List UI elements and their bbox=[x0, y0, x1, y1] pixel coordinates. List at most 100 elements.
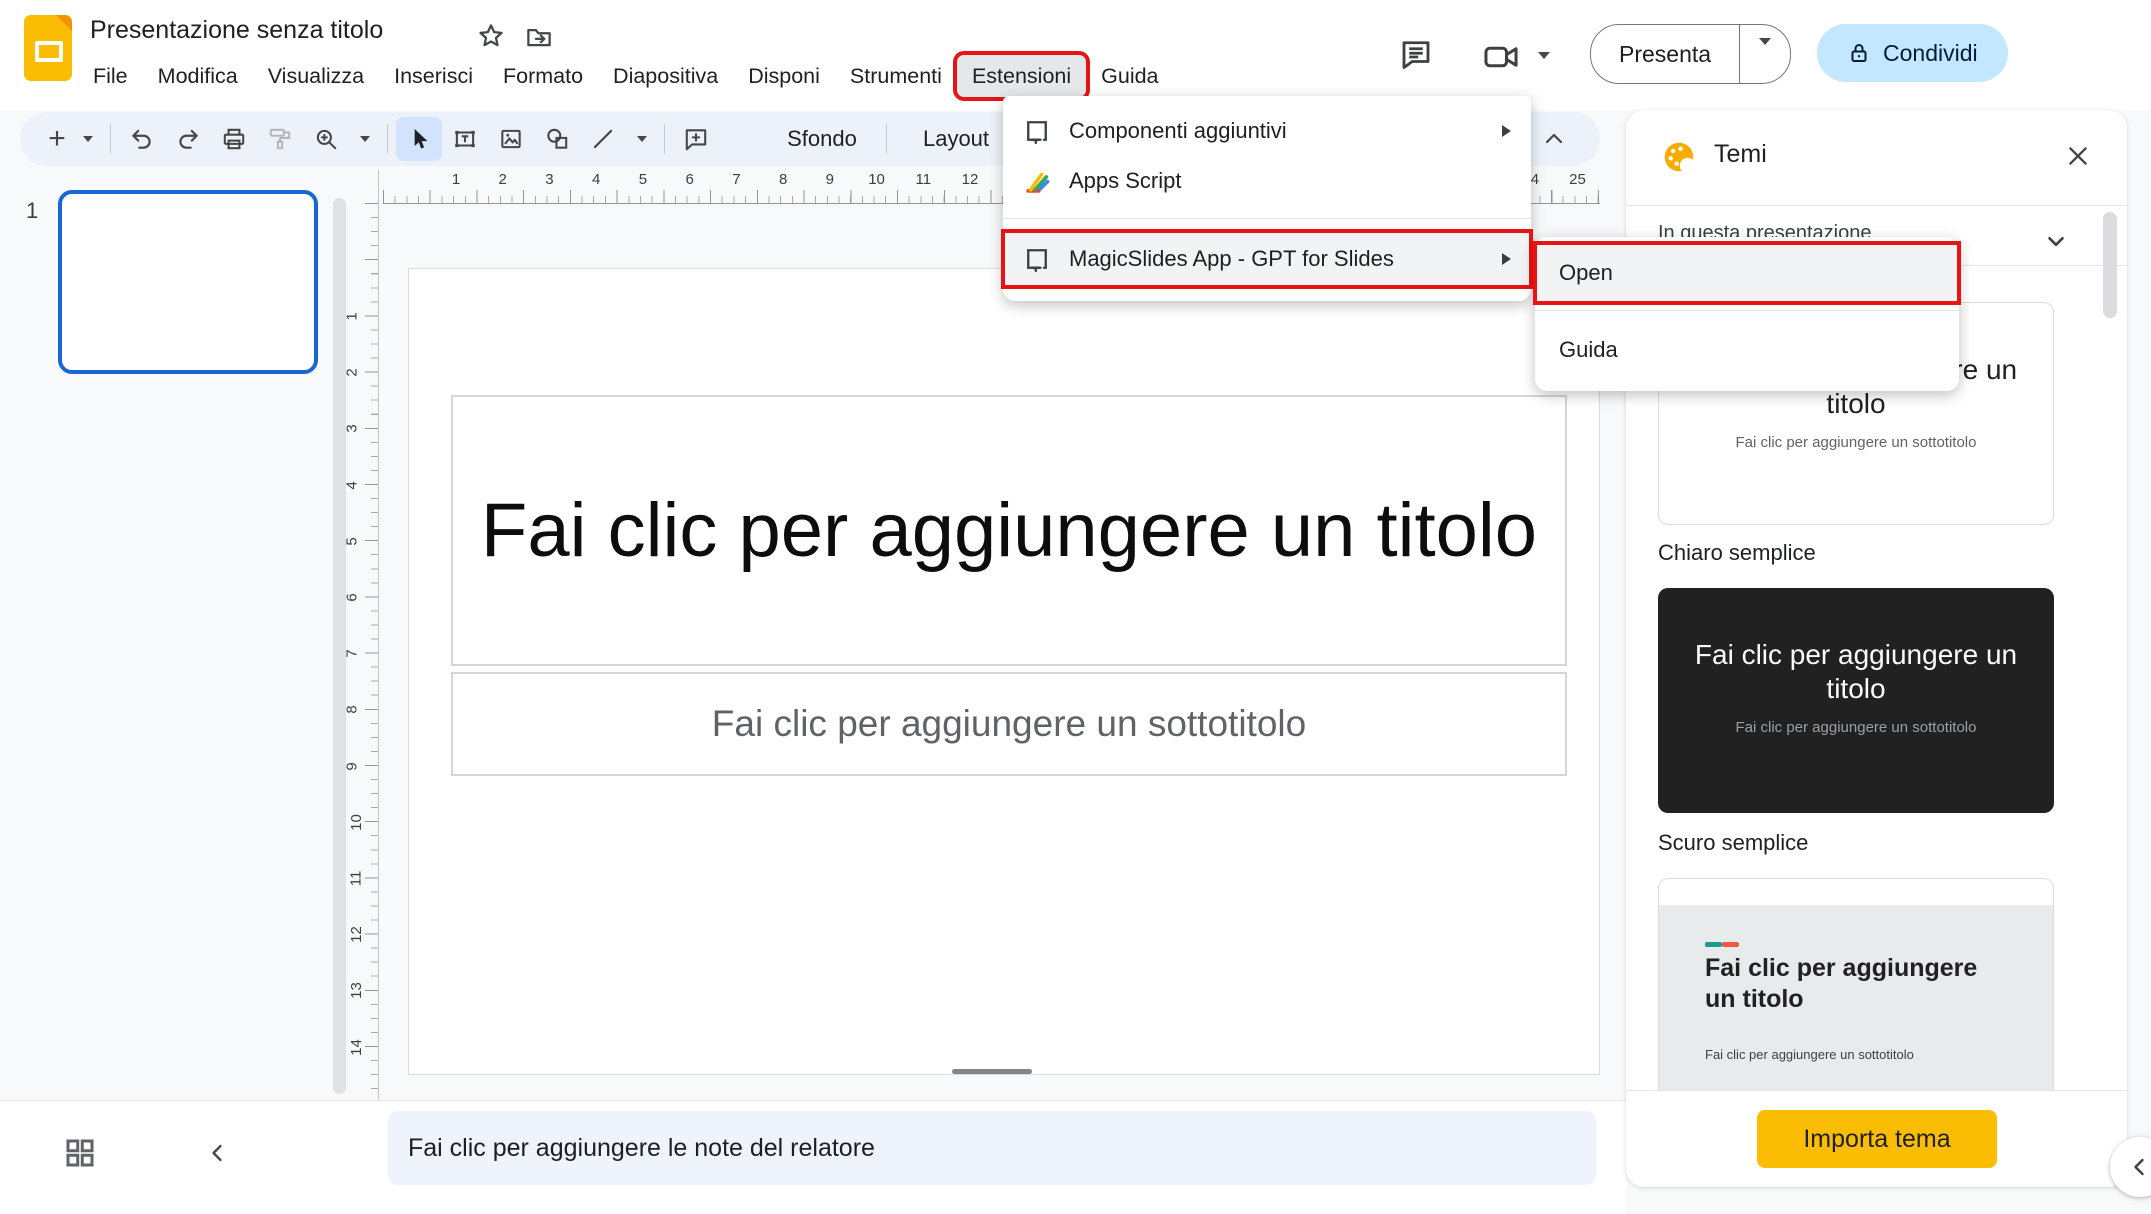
ruler-number: 7 bbox=[344, 650, 361, 658]
extensions-dropdown-menu: Componenti aggiuntivi Apps Script MagicS… bbox=[1003, 96, 1531, 301]
submenu-item-guida[interactable]: Guida bbox=[1535, 325, 1959, 375]
line-caret-icon[interactable] bbox=[626, 117, 656, 161]
menu-divider bbox=[1535, 310, 1959, 311]
close-icon[interactable] bbox=[2065, 143, 2091, 169]
menu-diapositiva[interactable]: Diapositiva bbox=[598, 55, 733, 97]
toolbar-divider bbox=[886, 124, 887, 154]
chevron-left-icon bbox=[2128, 1155, 2151, 1179]
document-title[interactable]: Presentazione senza titolo bbox=[90, 16, 383, 45]
present-button[interactable]: Presenta bbox=[1590, 24, 1791, 84]
ruler-number: 10 bbox=[348, 814, 365, 831]
ruler-number: 9 bbox=[344, 762, 361, 770]
theme-preview-subtitle: Fai clic per aggiungere un sottotitolo bbox=[1705, 1047, 1914, 1062]
new-slide-button[interactable]: + bbox=[42, 117, 72, 161]
ruler-number: 3 bbox=[344, 425, 361, 433]
ruler-number: 9 bbox=[826, 171, 834, 188]
menu-modifica[interactable]: Modifica bbox=[143, 55, 253, 97]
import-theme-button[interactable]: Importa tema bbox=[1757, 1110, 1997, 1168]
ruler-number: 4 bbox=[592, 171, 600, 188]
menu-item-label: MagicSlides App - GPT for Slides bbox=[1069, 246, 1484, 272]
star-icon[interactable] bbox=[476, 21, 506, 51]
submenu-item-open[interactable]: Open bbox=[1535, 243, 1959, 303]
theme-name: Chiaro semplice bbox=[1658, 540, 1816, 566]
toolbar-divider bbox=[110, 124, 111, 154]
menu-file[interactable]: File bbox=[78, 55, 143, 97]
ruler-number: 2 bbox=[344, 369, 361, 377]
notes-resize-handle[interactable] bbox=[952, 1069, 1032, 1074]
menu-disponi[interactable]: Disponi bbox=[733, 55, 835, 97]
undo-button[interactable] bbox=[119, 117, 165, 161]
theme-preview-title: Fai clic per aggiungere un titolo bbox=[1705, 953, 2005, 1015]
insert-line-button[interactable] bbox=[580, 117, 626, 161]
menu-item-componenti-aggiuntivi[interactable]: Componenti aggiuntivi bbox=[1003, 106, 1531, 156]
background-button[interactable]: Sfondo bbox=[762, 112, 882, 166]
insert-comment-button[interactable] bbox=[673, 117, 719, 161]
menu-item-label: Apps Script bbox=[1069, 168, 1511, 194]
camera-dropdown-caret-icon[interactable] bbox=[1538, 52, 1550, 59]
lock-icon bbox=[1847, 41, 1871, 65]
slide-title-placeholder[interactable]: Fai clic per aggiungere un titolo bbox=[451, 395, 1567, 666]
themes-panel-scrollbar[interactable] bbox=[2103, 212, 2117, 318]
menu-estensioni[interactable]: Estensioni bbox=[957, 55, 1086, 97]
submenu-arrow-icon bbox=[1502, 125, 1511, 137]
slide-thumbnail-selected[interactable] bbox=[58, 190, 318, 374]
slide-canvas[interactable]: Fai clic per aggiungere un titolo Fai cl… bbox=[408, 268, 1600, 1075]
menu-visualizza[interactable]: Visualizza bbox=[253, 55, 379, 97]
theme-card-material[interactable]: Fai clic per aggiungere un titolo Fai cl… bbox=[1658, 878, 2054, 1090]
select-tool-button[interactable] bbox=[396, 117, 442, 161]
menu-formato[interactable]: Formato bbox=[488, 55, 598, 97]
ruler-number: 8 bbox=[779, 171, 787, 188]
insert-shape-button[interactable] bbox=[534, 117, 580, 161]
vertical-ruler: 1234567891011121314 bbox=[345, 170, 379, 1100]
toolbar-divider bbox=[664, 124, 665, 154]
insert-image-button[interactable] bbox=[488, 117, 534, 161]
redo-button[interactable] bbox=[165, 117, 211, 161]
ruler-number: 11 bbox=[347, 871, 364, 887]
ruler-number: 5 bbox=[639, 171, 647, 188]
speaker-notes-placeholder: Fai clic per aggiungere le note del rela… bbox=[388, 1134, 875, 1163]
paint-format-button[interactable] bbox=[257, 117, 303, 161]
collapse-toolbar-icon[interactable] bbox=[1542, 127, 1566, 151]
layout-button[interactable]: Layout bbox=[896, 112, 1016, 166]
ruler-number: 12 bbox=[962, 171, 979, 188]
menu-item-apps-script[interactable]: Apps Script bbox=[1003, 156, 1531, 206]
speaker-notes-input[interactable]: Fai clic per aggiungere le note del rela… bbox=[388, 1111, 1596, 1185]
ruler-number: 1 bbox=[344, 312, 361, 320]
theme-preview-subtitle: Fai clic per aggiungere un sottotitolo bbox=[1659, 434, 2053, 451]
ruler-number: 12 bbox=[348, 926, 365, 943]
text-box-button[interactable] bbox=[442, 117, 488, 161]
toolbar-divider bbox=[387, 124, 388, 154]
ruler-number: 10 bbox=[868, 171, 885, 188]
apps-script-icon bbox=[1023, 167, 1051, 195]
new-slide-caret-icon[interactable] bbox=[72, 117, 102, 161]
ruler-number: 6 bbox=[344, 593, 361, 601]
menu-inserisci[interactable]: Inserisci bbox=[379, 55, 488, 97]
theme-name: Scuro semplice bbox=[1658, 830, 1808, 856]
collapse-filmstrip-icon[interactable] bbox=[206, 1141, 230, 1165]
zoom-button[interactable] bbox=[303, 117, 349, 161]
ruler-number: 25 bbox=[1569, 171, 1586, 188]
magicslides-submenu: Open Guida bbox=[1535, 237, 1959, 391]
filmstrip-scrollbar[interactable] bbox=[333, 198, 346, 1094]
grid-view-icon[interactable] bbox=[62, 1135, 98, 1171]
chevron-down-icon[interactable] bbox=[2043, 228, 2069, 254]
menu-strumenti[interactable]: Strumenti bbox=[835, 55, 957, 97]
slide-subtitle-placeholder[interactable]: Fai clic per aggiungere un sottotitolo bbox=[451, 672, 1567, 776]
menu-guida[interactable]: Guida bbox=[1086, 55, 1173, 97]
ruler-number: 8 bbox=[344, 706, 361, 714]
ruler-number: 4 bbox=[344, 481, 361, 489]
zoom-caret-icon[interactable] bbox=[349, 117, 379, 161]
share-button[interactable]: Condividi bbox=[1817, 24, 2008, 82]
menu-item-magicslides[interactable]: MagicSlides App - GPT for Slides bbox=[1003, 231, 1531, 287]
comments-icon[interactable] bbox=[1398, 36, 1434, 72]
present-dropdown[interactable] bbox=[1740, 45, 1790, 63]
ruler-number: 14 bbox=[348, 1039, 365, 1056]
google-slides-logo-icon[interactable] bbox=[24, 15, 72, 81]
theme-card-dark[interactable]: Fai clic per aggiungere un titolo Fai cl… bbox=[1658, 588, 2054, 813]
present-caret-icon bbox=[1759, 38, 1771, 62]
print-button[interactable] bbox=[211, 117, 257, 161]
move-to-folder-icon[interactable] bbox=[524, 22, 554, 52]
palette-icon bbox=[1660, 138, 1698, 176]
meet-camera-icon[interactable] bbox=[1482, 38, 1520, 76]
theme-preview-body: Fai clic per aggiungere un titolo Fai cl… bbox=[1659, 905, 2053, 1090]
